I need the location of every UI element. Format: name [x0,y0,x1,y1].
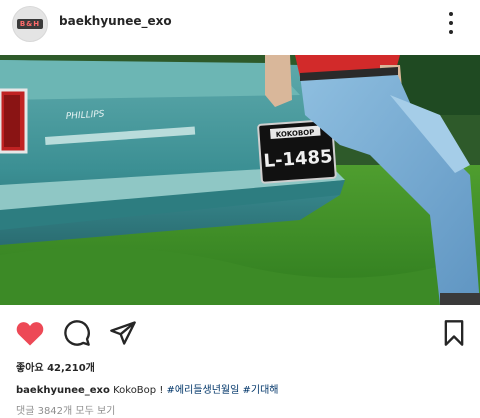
bookmark-icon[interactable] [439,318,469,348]
avatar-logo-text: B&H [19,20,41,28]
photo-illustration: PHILLIPS KOKOBOP L-1485 [0,55,480,305]
avatar[interactable]: B&H [12,6,48,42]
post-actions [0,318,480,348]
post-caption: baekhyunee_exo KokoBop ! #에리들생년월일 #기대해 [16,381,278,396]
likes-number: 42,210개 [47,363,95,374]
comment-bubble-icon[interactable] [62,318,92,348]
hashtag-link[interactable]: #기대해 [242,385,278,396]
avatar-logo: B&H [17,19,43,29]
hashtag-link[interactable]: #에리들생년월일 [167,385,240,396]
likes-count[interactable]: 좋아요 42,210개 [16,359,95,374]
post-photo[interactable]: PHILLIPS KOKOBOP L-1485 [0,55,480,305]
more-dot [449,30,453,34]
heart-filled-icon[interactable] [15,318,45,348]
view-all-comments-link[interactable]: 댓글 3842개 모두 보기 [16,402,115,417]
more-vertical-icon[interactable] [443,12,459,34]
likes-label: 좋아요 [16,363,44,374]
caption-username[interactable]: baekhyunee_exo [16,385,110,396]
more-dot [449,21,453,25]
post-header: B&H baekhyunee_exo [0,0,480,50]
paper-plane-icon[interactable] [108,318,138,348]
post-username[interactable]: baekhyunee_exo [59,14,172,28]
more-dot [449,12,453,16]
caption-text: KokoBop ! [113,385,164,396]
